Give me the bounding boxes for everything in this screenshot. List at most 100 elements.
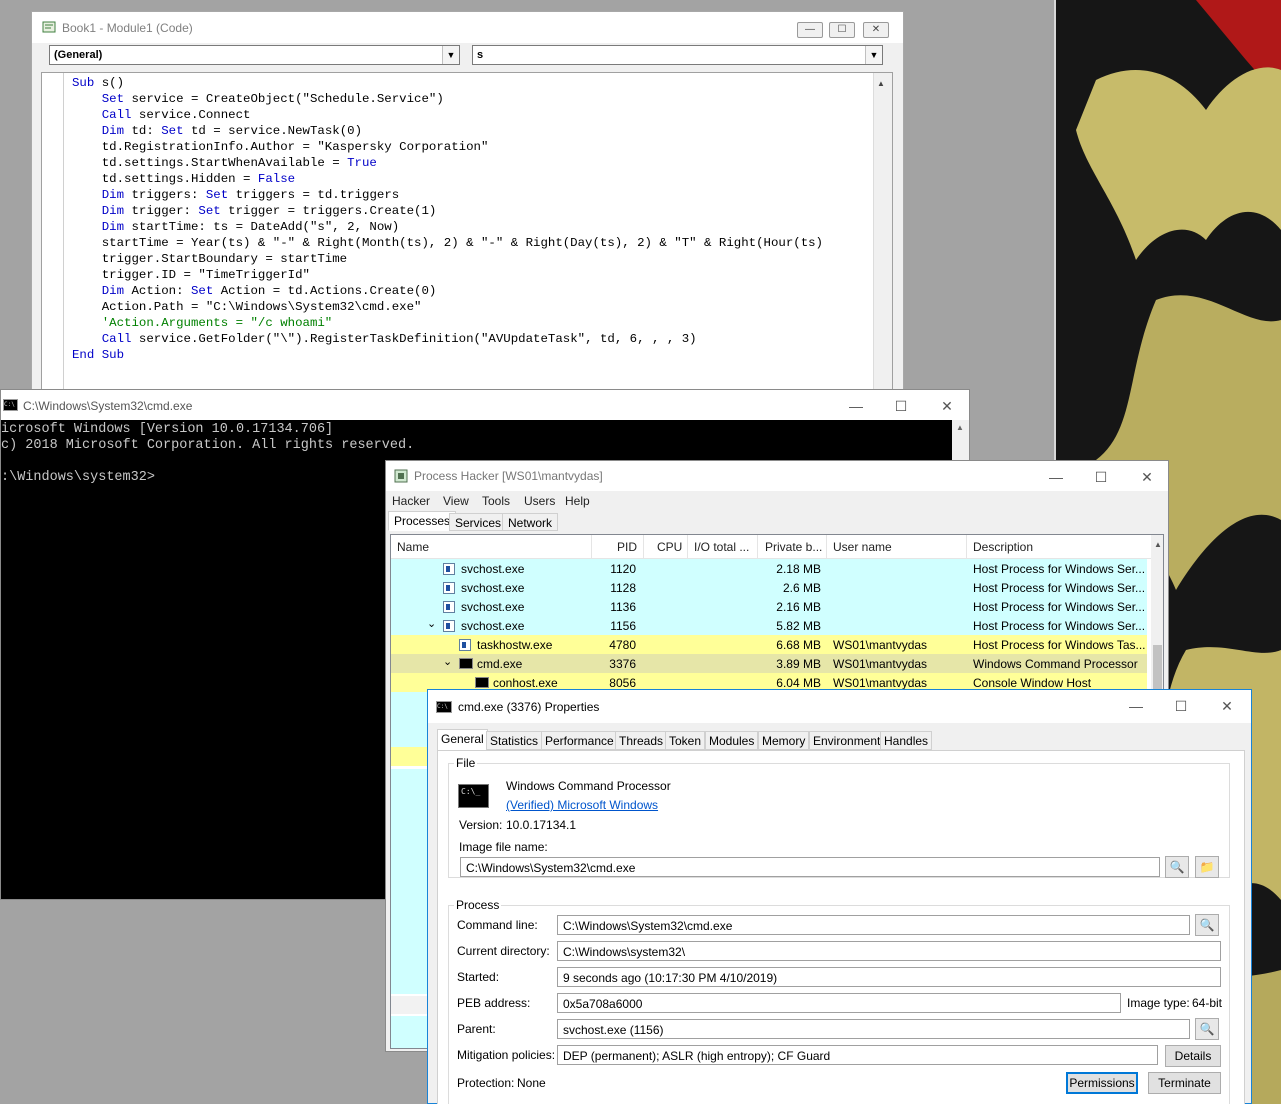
- tab-modules[interactable]: Modules: [705, 731, 759, 750]
- column-name[interactable]: Name: [397, 540, 429, 554]
- tab-threads[interactable]: Threads: [615, 731, 668, 750]
- vba-title-bar[interactable]: Book1 - Module1 (Code) — ☐ ✕: [32, 12, 903, 43]
- scroll-up-icon[interactable]: ▲: [877, 79, 885, 88]
- column-divider[interactable]: [687, 535, 688, 559]
- maximize-icon[interactable]: ☐: [1166, 698, 1196, 715]
- expand-icon[interactable]: ⌄: [443, 655, 452, 668]
- process-pid: 1128: [610, 581, 636, 595]
- menu-help[interactable]: Help: [565, 494, 590, 508]
- details-button[interactable]: Details: [1165, 1045, 1221, 1067]
- process-pid: 1120: [610, 562, 636, 576]
- scroll-up-icon[interactable]: ▲: [956, 423, 964, 432]
- inspect-button[interactable]: 🔍: [1165, 856, 1189, 878]
- column-description[interactable]: Description: [973, 540, 1033, 554]
- procedure-combo[interactable]: s ▼: [472, 45, 883, 65]
- vba-minimize-button[interactable]: —: [797, 22, 823, 38]
- ph-window-title: Process Hacker [WS01\mantvydas]: [414, 469, 603, 483]
- object-combo[interactable]: (General) ▼: [49, 45, 460, 65]
- terminate-button[interactable]: Terminate: [1148, 1072, 1221, 1094]
- maximize-icon[interactable]: ☐: [886, 398, 916, 415]
- menu-tools[interactable]: Tools: [482, 494, 510, 508]
- column-divider[interactable]: [966, 535, 967, 559]
- row-background: [391, 1016, 431, 1048]
- column-divider[interactable]: [757, 535, 758, 559]
- table-row[interactable]: ⌄ cmd.exe 3376 3.89 MB WS01\mantvydas Windows…: [391, 654, 1147, 673]
- menu-hacker[interactable]: Hacker: [392, 494, 430, 508]
- code-line: td.settings.StartWhenAvailable = True: [72, 156, 377, 170]
- column-divider[interactable]: [591, 535, 592, 559]
- column-pid[interactable]: PID: [617, 540, 637, 554]
- tab-general[interactable]: General: [437, 729, 488, 751]
- vba-close-button[interactable]: ✕: [863, 22, 889, 38]
- vba-module-icon: [42, 21, 56, 33]
- tab-handles[interactable]: Handles: [880, 731, 933, 750]
- menu-view[interactable]: View: [443, 494, 469, 508]
- parent-field[interactable]: svchost.exe (1156): [557, 1019, 1190, 1039]
- code-editor[interactable]: Sub s() Set service = CreateObject("Sche…: [41, 72, 893, 398]
- chevron-down-icon[interactable]: ▼: [442, 46, 459, 64]
- code-lines[interactable]: Sub s() Set service = CreateObject("Sche…: [72, 75, 823, 363]
- cmd-scrollbar[interactable]: ▲: [952, 420, 969, 460]
- table-row[interactable]: svchost.exe 1120 2.18 MB Host Process for W…: [391, 559, 1147, 578]
- open-folder-button[interactable]: 📁: [1195, 856, 1219, 878]
- minimize-icon[interactable]: —: [1121, 698, 1151, 714]
- mitigation-policies-label: Mitigation policies:: [457, 1048, 556, 1062]
- table-row[interactable]: svchost.exe 1128 2.6 MB Host Process for Wi…: [391, 578, 1147, 597]
- scroll-up-icon[interactable]: ▲: [1154, 540, 1162, 549]
- tab-token[interactable]: Token: [665, 731, 706, 750]
- code-vertical-scrollbar[interactable]: ▲: [873, 73, 892, 397]
- close-icon[interactable]: ✕: [1132, 469, 1162, 486]
- table-row[interactable]: taskhostw.exe 4780 6.68 MB WS01\mantvydas Ho…: [391, 635, 1147, 654]
- started-label: Started:: [457, 970, 500, 984]
- process-pid: 8056: [609, 676, 636, 690]
- process-user: WS01\mantvydas: [833, 676, 928, 690]
- console-line: :\Windows\system32>: [1, 470, 155, 485]
- started-field[interactable]: 9 seconds ago (10:17:30 PM 4/10/2019): [557, 967, 1221, 987]
- tab-processes[interactable]: Processes: [388, 511, 457, 531]
- tab-network[interactable]: Network: [502, 513, 559, 531]
- image-file-name-field[interactable]: C:\Windows\System32\cmd.exe: [460, 857, 1160, 877]
- tab-statistics[interactable]: Statistics: [486, 731, 543, 750]
- tab-environment[interactable]: Environment: [809, 731, 885, 750]
- tab-services[interactable]: Services: [449, 513, 508, 531]
- console-output[interactable]: icrosoft Windows [Version 10.0.17134.706…: [1, 422, 414, 486]
- permissions-button[interactable]: Permissions: [1066, 1072, 1138, 1094]
- props-window-title: cmd.exe (3376) Properties: [458, 700, 600, 714]
- inspect-command-line-button[interactable]: 🔍: [1195, 914, 1219, 936]
- maximize-icon[interactable]: ☐: [1086, 469, 1116, 486]
- close-icon[interactable]: ✕: [932, 398, 962, 415]
- version-value: 10.0.17134.1: [506, 818, 577, 832]
- table-row[interactable]: svchost.exe 1136 2.16 MB Host Process for W…: [391, 597, 1147, 616]
- minimize-icon[interactable]: —: [841, 398, 871, 414]
- row-background: [391, 769, 431, 994]
- cmd-title-bar[interactable]: C:\ C:\Windows\System32\cmd.exe — ☐ ✕: [1, 390, 969, 420]
- process-private-bytes: 3.89 MB: [776, 657, 821, 671]
- ph-title-bar[interactable]: Process Hacker [WS01\mantvydas] — ☐ ✕: [386, 461, 1168, 491]
- inspect-parent-button[interactable]: 🔍: [1195, 1018, 1219, 1040]
- folder-icon: 📁: [1199, 860, 1215, 874]
- column-cpu[interactable]: CPU: [657, 540, 682, 554]
- procedure-combo-value: s: [477, 49, 484, 61]
- column-divider[interactable]: [643, 535, 644, 559]
- verified-signer-link[interactable]: (Verified) Microsoft Windows: [506, 798, 658, 812]
- expand-icon[interactable]: ⌄: [427, 617, 436, 630]
- column-divider[interactable]: [826, 535, 827, 559]
- mitigation-policies-field[interactable]: DEP (permanent); ASLR (high entropy); CF…: [557, 1045, 1158, 1065]
- close-icon[interactable]: ✕: [1212, 698, 1242, 715]
- table-row[interactable]: ⌄ svchost.exe 1156 5.82 MB Host Process for …: [391, 616, 1147, 635]
- column-user-name[interactable]: User name: [833, 540, 892, 554]
- chevron-down-icon[interactable]: ▼: [865, 46, 882, 64]
- command-line-field[interactable]: C:\Windows\System32\cmd.exe: [557, 915, 1190, 935]
- current-directory-field[interactable]: C:\Windows\system32\: [557, 941, 1221, 961]
- props-title-bar[interactable]: C:\ cmd.exe (3376) Properties — ☐ ✕: [428, 690, 1251, 723]
- process-private-bytes: 6.04 MB: [776, 676, 821, 690]
- code-line: Dim td: Set td = service.NewTask(0): [101, 124, 363, 138]
- minimize-icon[interactable]: —: [1041, 469, 1071, 485]
- peb-address-field[interactable]: 0x5a708a6000: [557, 993, 1121, 1013]
- menu-users[interactable]: Users: [524, 494, 555, 508]
- vba-restore-button[interactable]: ☐: [829, 22, 855, 38]
- column-io-total[interactable]: I/O total ...: [694, 540, 749, 554]
- column-private-bytes[interactable]: Private b...: [765, 540, 822, 554]
- tab-performance[interactable]: Performance: [541, 731, 618, 750]
- tab-memory[interactable]: Memory: [758, 731, 810, 750]
